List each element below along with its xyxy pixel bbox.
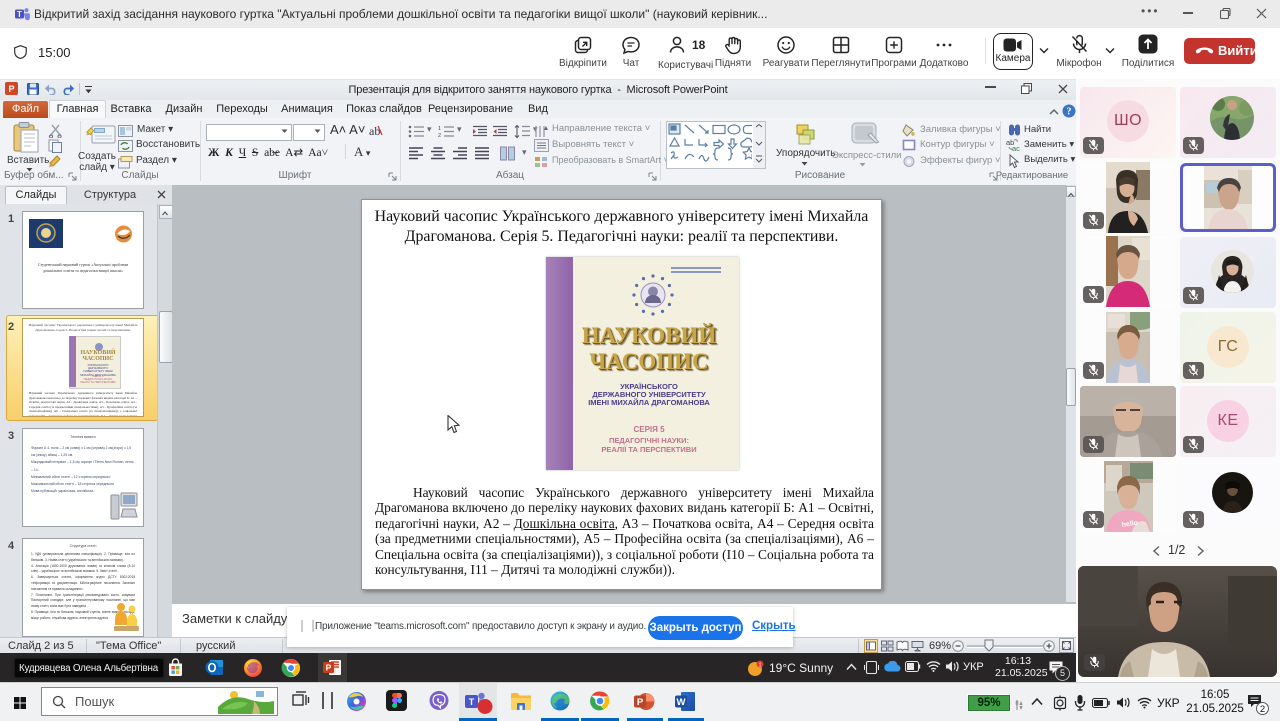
svg-text:ac: ac (1012, 144, 1020, 152)
svg-text:2: 2 (438, 133, 441, 138)
svg-text:P: P (8, 84, 14, 94)
svg-text:P: P (637, 697, 644, 708)
svg-text:W: W (677, 697, 686, 708)
svg-text:?: ? (1067, 107, 1072, 118)
svg-text:P: P (326, 663, 332, 673)
svg-text:1: 1 (758, 663, 761, 669)
svg-text:T: T (469, 697, 475, 707)
svg-text:1: 1 (438, 126, 441, 132)
svg-text:T: T (17, 10, 22, 19)
